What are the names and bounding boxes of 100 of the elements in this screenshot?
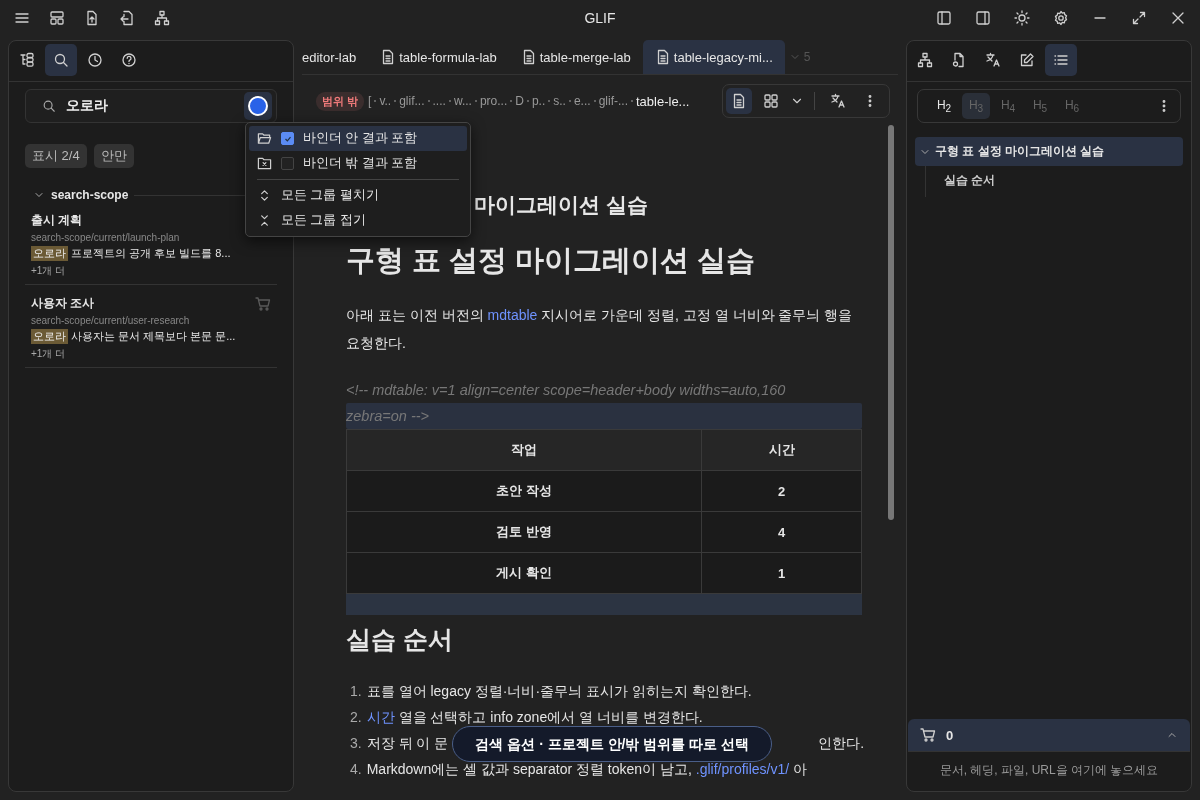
search-field[interactable]: 오로라	[25, 89, 277, 123]
paragraph: 아래 표는 이전 버전의 mdtable 지시어로 가운데 정렬, 고정 열 너비와 줄무늬 행을 요청한다.	[346, 306, 854, 353]
list-number: 2.	[350, 708, 362, 727]
folder-x-icon	[257, 156, 272, 171]
document-tab[interactable]: table-merge-lab	[508, 40, 643, 74]
tree-icon	[19, 52, 35, 68]
list-item-text: 인한다.	[818, 734, 865, 753]
layout-icon[interactable]	[49, 10, 65, 26]
result-snippet: 프로젝트의 공개 후보 빌드를 8...	[71, 246, 231, 261]
list-item-text: .glif/profiles/v1/	[695, 760, 790, 779]
breadcrumb-item[interactable]: v..	[379, 94, 392, 108]
link[interactable]: mdtable	[487, 307, 538, 323]
breadcrumb-item[interactable]: glif-...	[598, 94, 628, 108]
outline-item[interactable]: 실습 순서	[944, 172, 1183, 189]
breadcrumb-item[interactable]: w...	[453, 94, 472, 108]
list-item-text: Markdown에는 셀 값과 separator 정렬 token이 남고,	[366, 760, 693, 779]
clock-icon	[87, 52, 103, 68]
cart-count: 0	[946, 727, 954, 743]
file-import-icon[interactable]	[119, 10, 135, 26]
right-sidebar-icon[interactable]	[975, 10, 991, 26]
column-header: 작업	[346, 429, 702, 471]
match-highlight: 오로라	[31, 329, 68, 344]
file-export-icon[interactable]	[84, 10, 100, 26]
sidebar-tab[interactable]	[45, 44, 77, 76]
close-icon[interactable]	[1170, 10, 1186, 26]
search-icon	[42, 99, 56, 113]
outline-item[interactable]: 구형 표 설정 마이그레이션 실습	[915, 137, 1183, 166]
breadcrumb-item[interactable]: D	[515, 94, 524, 108]
menu-item[interactable]: 바인더 안 결과 포함	[249, 126, 467, 151]
result-snippet: 사용자는 문서 제목보다 본문 문...	[71, 329, 236, 344]
left-sidebar-icon[interactable]	[936, 10, 952, 26]
breadcrumb-item[interactable]: s..	[553, 94, 566, 108]
hierarchy-icon[interactable]	[154, 10, 170, 26]
more-matches[interactable]: +1개 더	[31, 264, 66, 278]
file-link-icon	[951, 52, 967, 68]
breadcrumb-item[interactable]: e...	[573, 94, 591, 108]
document-view-icon[interactable]	[726, 88, 752, 114]
table-cell: 초안 작성	[346, 470, 702, 512]
cart-icon	[920, 727, 936, 743]
list-item-text: 저장 뒤 이 문	[366, 734, 449, 753]
search-options-toggle[interactable]	[244, 92, 272, 120]
edit-icon	[1019, 52, 1035, 68]
result-title: 사용자 조사	[31, 295, 95, 312]
comment-line: <!-- mdtable: v=1 align=center scope=header+body widths=auto,160	[346, 381, 787, 400]
cart-icon[interactable]	[255, 295, 271, 312]
maximize-icon[interactable]	[1131, 10, 1147, 26]
breadcrumb-item[interactable]: p..	[531, 94, 546, 108]
list-number: 3.	[350, 734, 362, 753]
group-name[interactable]: search-scope	[51, 188, 129, 202]
hierarchy-icon	[917, 52, 933, 68]
list-item-text: 표를 열어 legacy 정렬·너비·줄무늬 표시가 읽히는지 확인한다.	[366, 682, 752, 701]
document-tab[interactable]: table-formula-lab	[368, 40, 509, 74]
sun-icon[interactable]	[1014, 10, 1030, 26]
scrollbar-thumb[interactable]	[888, 125, 894, 520]
more-matches[interactable]: +1개 더	[31, 347, 66, 361]
result-path: search-scope/current/user-research	[31, 315, 190, 326]
match-highlight: 오로라	[31, 246, 68, 261]
section-heading: 실습 순서	[346, 624, 454, 655]
menu-item[interactable]: 바인더 밖 결과 포함	[249, 151, 467, 176]
breadcrumb-item[interactable]: [	[368, 94, 372, 108]
search-icon	[53, 52, 69, 68]
table-cell: 1	[701, 552, 862, 594]
filter-chip[interactable]: 안만	[93, 144, 134, 168]
table-cell: 2	[701, 470, 862, 512]
help-icon	[121, 52, 137, 68]
breadcrumb-item[interactable]: table-le...	[635, 93, 690, 109]
breadcrumb-item[interactable]: pro...	[479, 94, 508, 108]
filter-chip[interactable]: 표시 2/4	[25, 144, 87, 168]
drop-hint: 문서, 헤딩, 파일, URL을 여기에 놓으세요	[908, 751, 1190, 791]
translate-icon	[985, 52, 1001, 68]
document-title: 구형 표 설정 마이그레이션 실습	[346, 243, 757, 278]
column-header: 시간	[701, 429, 862, 471]
table-cell: 검토 반영	[346, 511, 702, 553]
list-item-text: 아	[792, 760, 808, 779]
heading-level-button[interactable]: H$_{2}$	[930, 93, 958, 119]
document-tab[interactable]: table-legacy-mi...	[642, 40, 785, 74]
checkbox[interactable]	[281, 157, 294, 170]
list-item-text: 시간	[366, 708, 395, 727]
list-item-text: 열을 선택하고 info zone에서 열 너비를 변경한다.	[397, 708, 703, 727]
heading: 마이그레이션 실습	[474, 192, 648, 218]
result-title: 출시 계획	[31, 212, 83, 229]
breadcrumb-item[interactable]: glif...	[399, 94, 425, 108]
checkbox[interactable]	[281, 132, 294, 145]
list-number: 1.	[350, 682, 362, 701]
table-cell: 게시 확인	[346, 552, 702, 594]
cart-bar[interactable]: 0	[908, 719, 1190, 751]
result-path: search-scope/current/launch-plan	[31, 232, 180, 243]
settings-icon[interactable]	[1053, 10, 1069, 26]
scope-badge: 범위 밖	[316, 91, 365, 111]
breadcrumb-item[interactable]: ....	[432, 94, 446, 108]
sidebar-tab[interactable]	[1045, 44, 1077, 76]
menu-icon[interactable]	[14, 10, 30, 26]
document-tab[interactable]: editor-lab	[302, 40, 369, 74]
window-title: GLIF	[583, 10, 617, 26]
folder-icon	[257, 131, 272, 146]
list-icon	[1053, 52, 1069, 68]
list-number: 4.	[350, 760, 362, 779]
toast: 검색 옵션 · 프로젝트 안/밖 범위를 따로 선택	[452, 726, 773, 762]
table-cell: 4	[701, 511, 862, 553]
search-result[interactable]: 사용자 조사 search-scope/current/user-research 오로라 사용자는 문서 제목보다 본문 문... +1개 더	[25, 285, 277, 368]
